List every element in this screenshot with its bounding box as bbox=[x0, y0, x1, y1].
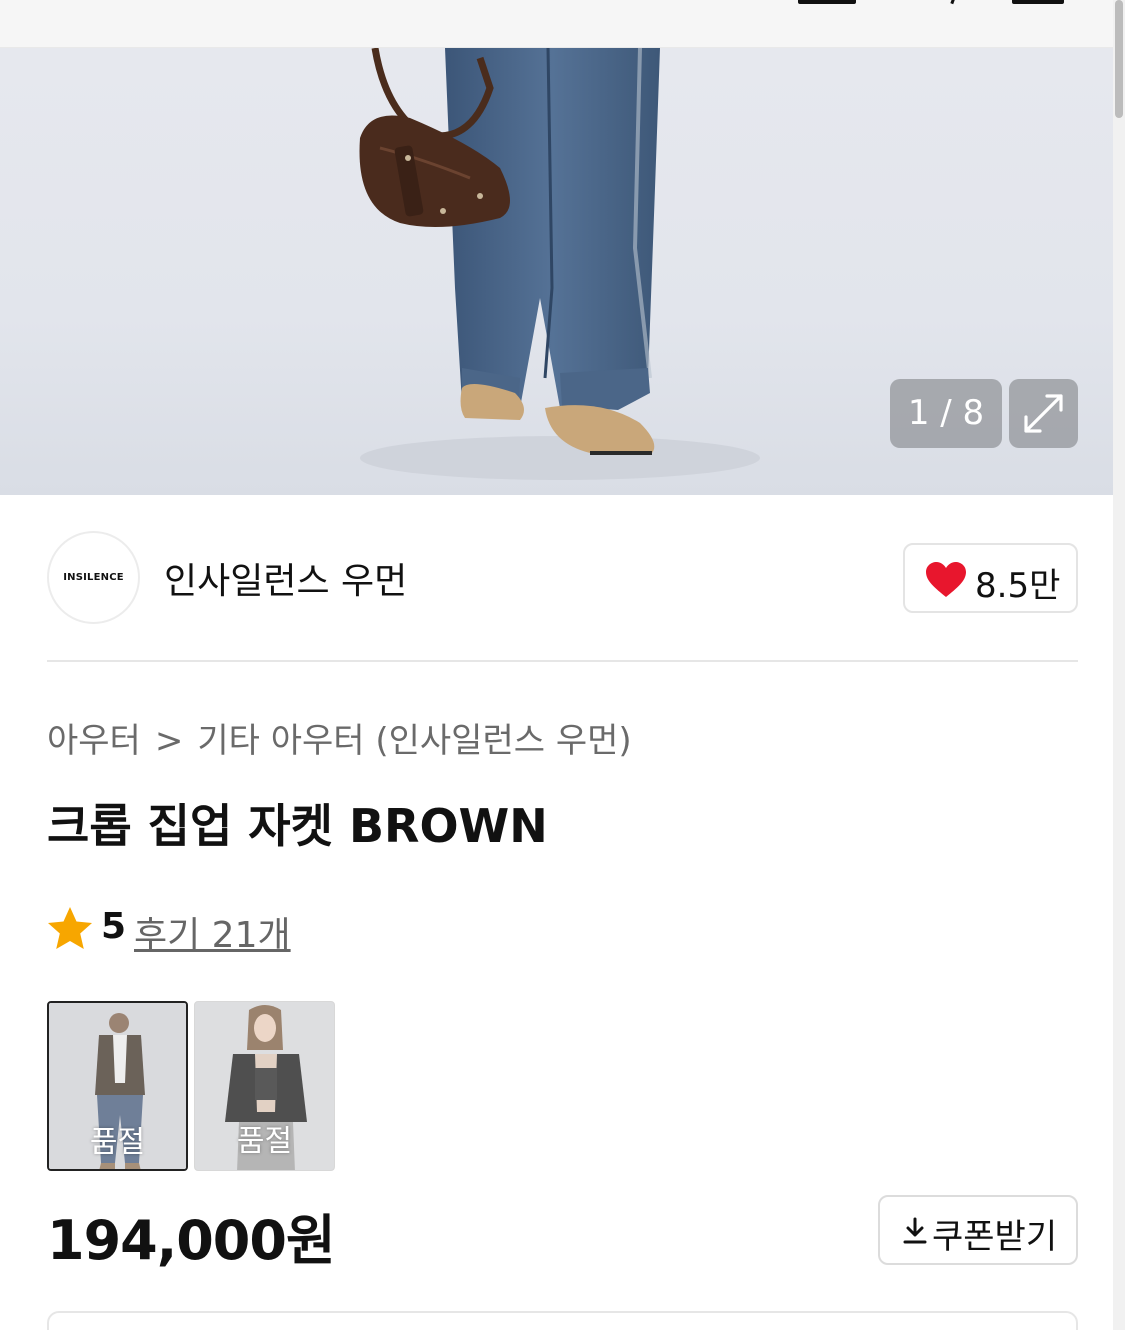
brand-logo[interactable]: INSILENCE bbox=[47, 531, 140, 624]
header-icon[interactable] bbox=[950, 0, 957, 5]
brand-name-link[interactable]: 인사일런스 우먼 bbox=[164, 552, 407, 604]
header-icon[interactable] bbox=[1012, 0, 1064, 4]
product-title: 크롭 집업 자켓 BROWN bbox=[47, 799, 548, 853]
coupon-label: 쿠폰받기 bbox=[932, 1217, 1058, 1257]
product-image-carousel[interactable]: 1 / 8 bbox=[0, 48, 1113, 495]
like-button[interactable]: 8.5만 bbox=[903, 543, 1078, 613]
brand-logo-text: INSILENCE bbox=[63, 572, 124, 583]
page-scrollbar[interactable] bbox=[1113, 0, 1125, 1330]
color-option-black[interactable]: 품절 bbox=[194, 1001, 335, 1171]
expand-image-button[interactable] bbox=[1009, 379, 1078, 448]
breadcrumb-item-outer[interactable]: 아우터 bbox=[47, 721, 141, 761]
breadcrumb-separator: > bbox=[154, 721, 184, 761]
sold-out-label: 품절 bbox=[236, 1124, 293, 1159]
breadcrumb: 아우터 > 기타 아우터 (인사일런스 우먼) bbox=[47, 713, 632, 762]
color-option-brown[interactable]: 품절 bbox=[47, 1001, 188, 1171]
header-icon[interactable] bbox=[798, 0, 856, 4]
rating-score: 5 bbox=[101, 906, 127, 947]
image-counter: 1 / 8 bbox=[890, 379, 1002, 448]
sold-out-label: 품절 bbox=[89, 1125, 146, 1160]
section-divider bbox=[47, 660, 1078, 662]
product-price: 194,000원 bbox=[47, 1209, 336, 1272]
review-count-link[interactable]: 후기 21개 bbox=[134, 906, 291, 958]
like-count: 8.5만 bbox=[975, 566, 1061, 606]
next-section-card bbox=[47, 1311, 1078, 1330]
heart-icon bbox=[926, 562, 966, 597]
breadcrumb-item-other-outer[interactable]: 기타 아우터 (인사일런스 우먼) bbox=[197, 721, 631, 761]
star-icon bbox=[48, 907, 92, 949]
product-page: 1 / 8 INSILENCE 인사일런스 우먼 8.5만 아우터 > 기타 아우터… bbox=[0, 0, 1125, 1330]
top-header-bar bbox=[0, 0, 1125, 48]
expand-icon bbox=[1024, 394, 1063, 433]
scrollbar-thumb[interactable] bbox=[1115, 0, 1123, 118]
coupon-download-button[interactable]: 쿠폰받기 bbox=[878, 1195, 1078, 1265]
download-icon bbox=[903, 1217, 927, 1244]
